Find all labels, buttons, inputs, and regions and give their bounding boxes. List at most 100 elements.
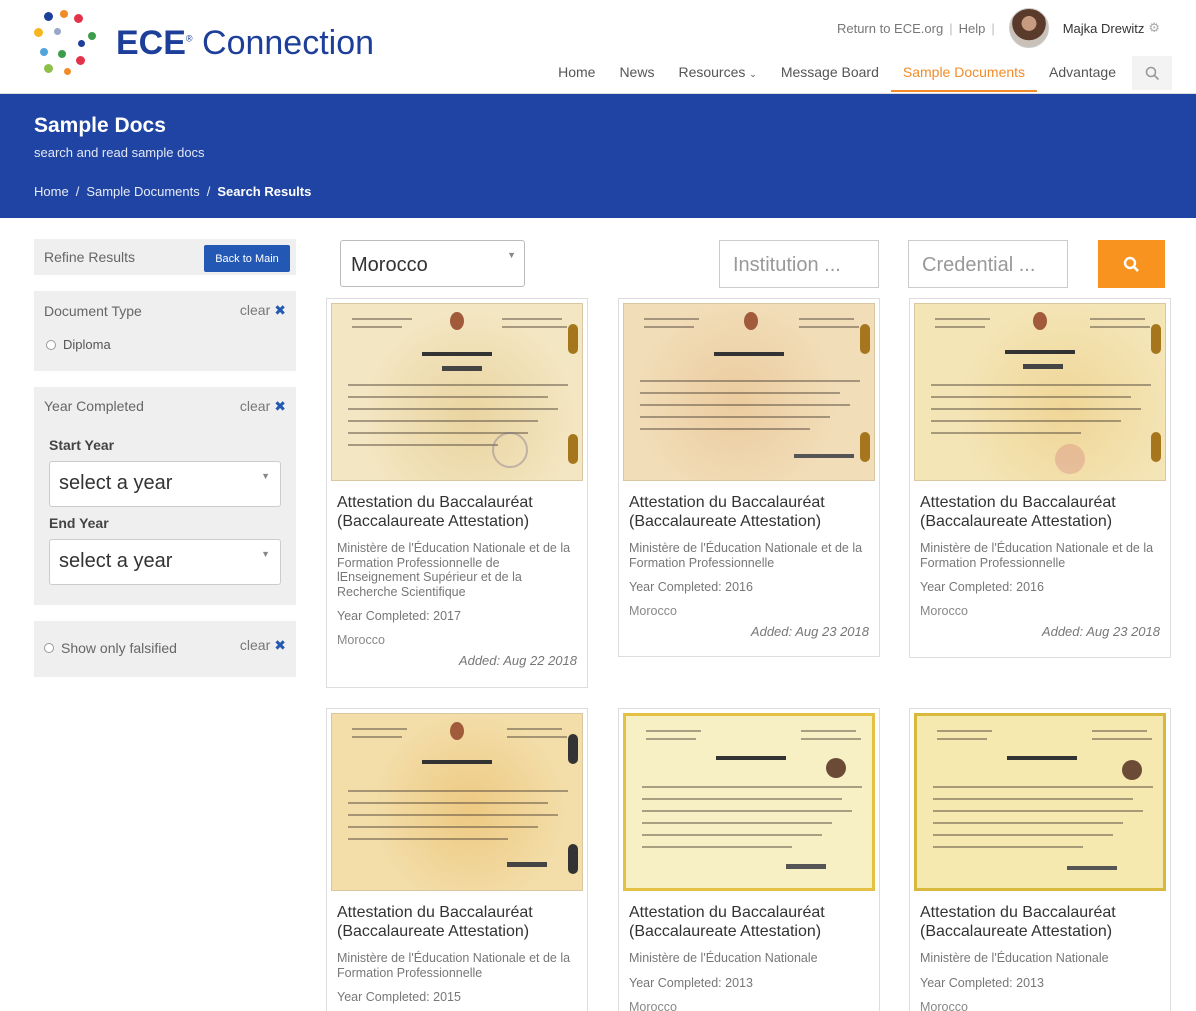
result-country: Morocco — [337, 633, 385, 647]
breadcrumb-separator: / — [75, 184, 80, 199]
refine-sidebar: Refine Results Back to Main Document Typ… — [34, 239, 296, 693]
start-year-select[interactable]: select a year ▼ — [49, 461, 281, 507]
breadcrumb-home[interactable]: Home — [34, 184, 69, 199]
search-icon[interactable] — [1132, 56, 1172, 90]
end-year-select[interactable]: select a year ▼ — [49, 539, 281, 585]
result-title[interactable]: Attestation du Baccalauréat (Baccalaurea… — [337, 903, 577, 941]
divider: | — [991, 20, 995, 36]
main-nav: Home News Resources ⌄ Message Board Samp… — [546, 56, 1172, 92]
document-type-label: Document Type — [44, 303, 142, 319]
clear-label: clear — [239, 302, 271, 318]
result-institution: Ministère de l'Éducation Nationale et de… — [337, 541, 571, 599]
document-thumbnail[interactable] — [331, 303, 583, 481]
nav-message-board[interactable]: Message Board — [769, 56, 891, 92]
document-thumbnail[interactable] — [623, 303, 875, 481]
close-icon: ✖ — [274, 637, 286, 653]
result-institution: Ministère de l'Éducation Nationale et de… — [337, 951, 571, 980]
chevron-down-icon: ⌄ — [749, 69, 757, 79]
result-year: Year Completed: 2015 — [337, 990, 461, 1004]
result-year: Year Completed: 2016 — [920, 580, 1044, 594]
logo-mark-icon — [34, 10, 106, 80]
radio-button[interactable] — [46, 339, 56, 350]
breadcrumb-current: Search Results — [217, 184, 312, 199]
ece-logo[interactable]: ECE® Connection — [34, 10, 394, 80]
refine-label: Refine Results — [44, 249, 136, 265]
document-type-facet: Document Type clear ✖ Diploma — [34, 291, 296, 371]
avatar[interactable] — [1008, 8, 1049, 48]
close-icon: ✖ — [274, 302, 286, 318]
dropdown-caret-icon: ▼ — [261, 549, 270, 559]
document-thumbnail[interactable] — [914, 713, 1166, 891]
result-title[interactable]: Attestation du Baccalauréat (Baccalaurea… — [920, 493, 1160, 531]
show-falsified-option[interactable]: Show only falsified — [44, 640, 177, 656]
result-title[interactable]: Attestation du Baccalauréat (Baccalaurea… — [920, 903, 1160, 941]
divider: | — [949, 20, 953, 36]
start-year-label: Start Year — [49, 437, 115, 453]
radio-button[interactable] — [44, 643, 54, 653]
page-subtitle: search and read sample docs — [34, 145, 205, 160]
page-title: Sample Docs — [34, 114, 166, 137]
return-link[interactable]: Return to ECE.org — [837, 21, 943, 36]
nav-resources-label: Resources — [678, 64, 746, 80]
falsified-facet: Show only falsified clear ✖ — [34, 621, 296, 677]
nav-news[interactable]: News — [607, 56, 666, 92]
dropdown-caret-icon: ▼ — [507, 250, 516, 260]
brand-text: ECE — [116, 24, 186, 62]
clear-label: clear — [239, 637, 271, 653]
result-card[interactable]: Attestation du Baccalauréat (Baccalaurea… — [618, 708, 880, 1011]
nav-sample-documents[interactable]: Sample Documents — [890, 56, 1038, 92]
search-submit-button[interactable] — [1098, 240, 1165, 288]
result-title[interactable]: Attestation du Baccalauréat (Baccalaurea… — [629, 493, 869, 531]
credential-input[interactable]: Credential ... — [908, 240, 1068, 288]
result-year: Year Completed: 2013 — [629, 975, 753, 990]
document-thumbnail[interactable] — [914, 303, 1166, 481]
country-select[interactable]: Morocco ▼ — [340, 240, 525, 287]
result-country: Morocco — [920, 604, 968, 618]
result-country: Morocco — [920, 999, 968, 1011]
clear-document-type-button[interactable]: clear ✖ — [240, 302, 286, 319]
nav-home[interactable]: Home — [546, 56, 607, 92]
result-card[interactable]: Attestation du Baccalauréat (Baccalaurea… — [909, 708, 1171, 1011]
back-to-main-button[interactable]: Back to Main — [204, 245, 290, 272]
diploma-label: Diploma — [63, 337, 111, 352]
help-link[interactable]: Help — [959, 21, 986, 36]
result-added-date: Added: Aug 23 2018 — [1041, 624, 1160, 639]
breadcrumb-sample-documents[interactable]: Sample Documents — [86, 184, 199, 199]
gear-icon[interactable]: ⚙ — [1148, 20, 1160, 36]
result-card[interactable]: Attestation du Baccalauréat (Baccalaurea… — [909, 298, 1171, 658]
document-thumbnail[interactable] — [331, 713, 583, 891]
result-country: Morocco — [629, 999, 677, 1011]
result-card[interactable]: Attestation du Baccalauréat (Baccalaurea… — [326, 298, 588, 688]
breadcrumb: Home / Sample Documents / Search Results — [34, 184, 311, 199]
year-completed-label: Year Completed — [44, 398, 144, 414]
brand-suffix-text: Connection — [202, 24, 375, 62]
refine-header: Refine Results Back to Main — [34, 239, 296, 275]
result-title[interactable]: Attestation du Baccalauréat (Baccalaurea… — [337, 493, 577, 531]
clear-falsified-button[interactable]: clear ✖ — [240, 637, 286, 654]
user-name[interactable]: Majka Drewitz — [1063, 21, 1145, 36]
start-year-value: select a year — [59, 472, 173, 494]
document-thumbnail[interactable] — [623, 713, 875, 891]
clear-label: clear — [239, 398, 271, 414]
country-value: Morocco — [351, 254, 428, 276]
close-icon: ✖ — [274, 398, 286, 414]
result-title[interactable]: Attestation du Baccalauréat (Baccalaurea… — [629, 903, 869, 941]
year-completed-facet: Year Completed clear ✖ Start Year select … — [34, 387, 296, 605]
institution-input[interactable]: Institution ... — [719, 240, 879, 288]
nav-advantage[interactable]: Advantage — [1037, 56, 1128, 92]
result-year: Year Completed: 2017 — [337, 609, 461, 623]
breadcrumb-separator: / — [206, 184, 211, 199]
clear-year-button[interactable]: clear ✖ — [240, 398, 286, 415]
result-institution: Ministère de l'Éducation Nationale — [920, 951, 1109, 965]
dropdown-caret-icon: ▼ — [261, 471, 270, 481]
result-card[interactable]: Attestation du Baccalauréat (Baccalaurea… — [326, 708, 588, 1011]
show-falsified-label: Show only falsified — [61, 640, 177, 656]
result-country: Morocco — [629, 604, 677, 618]
result-institution: Ministère de l'Éducation Nationale et de… — [920, 541, 1154, 570]
nav-resources[interactable]: Resources ⌄ — [666, 56, 768, 92]
result-card[interactable]: Attestation du Baccalauréat (Baccalaurea… — [618, 298, 880, 657]
diploma-option[interactable]: Diploma — [34, 327, 296, 364]
end-year-label: End Year — [49, 515, 109, 531]
result-added-date: Added: Aug 22 2018 — [458, 653, 577, 668]
search-icon — [1123, 256, 1139, 272]
